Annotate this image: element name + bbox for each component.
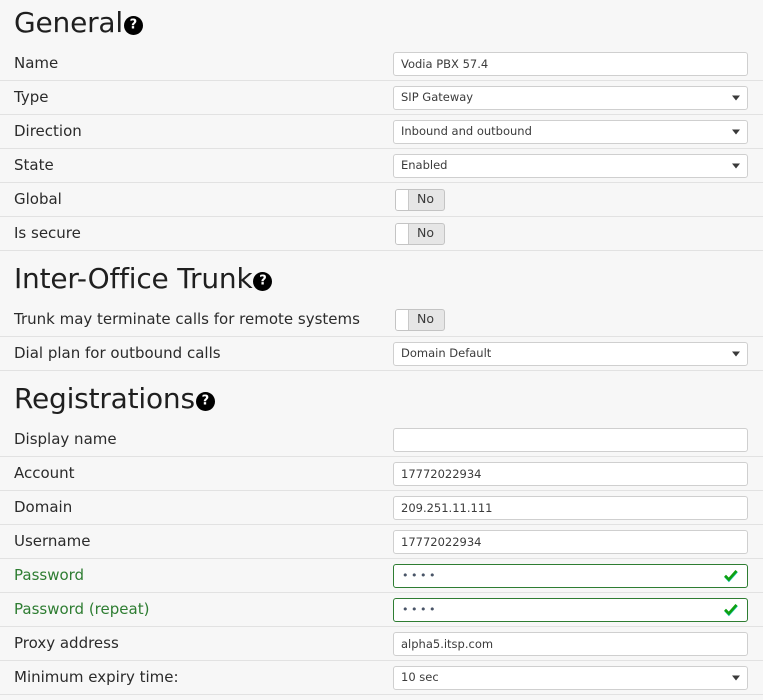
select-type[interactable]: SIP Gateway <box>393 85 748 110</box>
select-value-type: SIP Gateway <box>401 89 474 104</box>
password-dots-password: •••• <box>402 568 438 582</box>
label-minimum-expiry-time: Minimum expiry time: <box>14 668 179 686</box>
select-minimum-expiry-time[interactable]: 10 sec <box>393 665 748 690</box>
control-wrap-direction: Inbound and outbound <box>393 119 763 144</box>
input-name[interactable] <box>393 51 748 76</box>
control-wrap-minimum-expiry-time: 10 sec <box>393 665 763 690</box>
section-heading-inter-office-trunk: Inter-Office Trunk? <box>0 256 763 302</box>
input-display-name[interactable] <box>393 427 748 452</box>
control-wrap-type: SIP Gateway <box>393 85 763 110</box>
row-proxy-address: Proxy address <box>0 626 763 660</box>
row-name: Name <box>0 46 763 80</box>
label-global: Global <box>14 190 62 208</box>
help-icon-glyph: ? <box>129 17 138 32</box>
label-trunk-may-terminate-calls: Trunk may terminate calls for remote sys… <box>14 310 360 328</box>
control-wrap-password-repeat: •••• <box>393 597 763 622</box>
control-wrap-is-secure: No <box>393 222 763 245</box>
settings-form-page: General? Name Type SIP Gateway Direction Inbo… <box>0 0 763 700</box>
control-wrap-password: •••• <box>393 563 763 588</box>
label-username: Username <box>14 532 91 550</box>
row-type: Type SIP Gateway <box>0 80 763 114</box>
select-direction[interactable]: Inbound and outbound <box>393 119 748 144</box>
row-state: State Enabled <box>0 148 763 182</box>
row-account: Account <box>0 456 763 490</box>
input-password[interactable]: •••• <box>393 563 748 588</box>
select-dial-plan-for-outbound-calls[interactable]: Domain Default <box>393 341 748 366</box>
section-title-registrations: Registrations <box>14 382 195 415</box>
label-account: Account <box>14 464 75 482</box>
label-dial-plan-for-outbound-calls: Dial plan for outbound calls <box>14 344 221 362</box>
input-password-repeat[interactable]: •••• <box>393 597 748 622</box>
row-trunk-may-terminate-calls: Trunk may terminate calls for remote sys… <box>0 302 763 336</box>
row-global: Global No <box>0 182 763 216</box>
row-username: Username <box>0 524 763 558</box>
input-username[interactable] <box>393 529 748 554</box>
row-display-name: Display name <box>0 422 763 456</box>
chevron-down-icon <box>732 163 740 168</box>
row-direction: Direction Inbound and outbound <box>0 114 763 148</box>
label-name: Name <box>14 54 59 72</box>
label-is-secure: Is secure <box>14 224 81 242</box>
section-title-inter-office-trunk: Inter-Office Trunk <box>14 262 253 295</box>
help-circle-icon[interactable]: ? <box>253 271 273 291</box>
help-circle-icon[interactable]: ? <box>195 391 215 411</box>
control-wrap-dial-plan-for-outbound-calls: Domain Default <box>393 341 763 366</box>
toggle-global[interactable]: No <box>395 188 445 211</box>
row-minimum-expiry-time: Minimum expiry time: 10 sec <box>0 660 763 694</box>
help-icon-glyph: ? <box>259 273 267 288</box>
label-proxy-address: Proxy address <box>14 634 119 652</box>
row-dial-plan-for-outbound-calls: Dial plan for outbound calls Domain Defau… <box>0 336 763 370</box>
section-heading-registrations: Registrations? <box>0 376 763 422</box>
label-direction: Direction <box>14 122 82 140</box>
control-wrap-account <box>393 461 763 486</box>
toggle-knob-trunk-may-terminate-calls <box>396 309 409 330</box>
select-value-minimum-expiry-time: 10 sec <box>401 669 439 684</box>
section-bottom-rule-registrations <box>0 694 763 700</box>
help-icon-glyph: ? <box>201 393 210 408</box>
control-wrap-username <box>393 529 763 554</box>
select-value-direction: Inbound and outbound <box>401 123 532 138</box>
toggle-trunk-may-terminate-calls[interactable]: No <box>395 308 445 331</box>
section-title-general: General <box>14 6 123 39</box>
row-password-repeat: Password (repeat) •••• <box>0 592 763 626</box>
label-domain: Domain <box>14 498 73 516</box>
valid-check-icon <box>724 569 738 582</box>
help-circle-icon[interactable]: ? <box>123 15 143 35</box>
control-wrap-proxy-address <box>393 631 763 656</box>
label-display-name: Display name <box>14 430 117 448</box>
control-wrap-domain <box>393 495 763 520</box>
toggle-label-trunk-may-terminate-calls: No <box>417 311 434 327</box>
toggle-knob-is-secure <box>396 223 409 244</box>
input-domain[interactable] <box>393 495 748 520</box>
chevron-down-icon <box>732 95 740 100</box>
chevron-down-icon <box>732 129 740 134</box>
control-wrap-name <box>393 51 763 76</box>
toggle-knob-global <box>396 189 409 210</box>
toggle-label-is-secure: No <box>417 225 434 241</box>
row-password: Password •••• <box>0 558 763 592</box>
valid-check-icon <box>724 603 738 616</box>
select-value-state: Enabled <box>401 157 448 172</box>
section-heading-general: General? <box>0 0 763 46</box>
label-type: Type <box>14 88 49 106</box>
control-wrap-global: No <box>393 188 763 211</box>
select-value-dial-plan-for-outbound-calls: Domain Default <box>401 345 492 360</box>
label-password: Password <box>14 566 85 584</box>
password-dots-password-repeat: •••• <box>402 602 438 616</box>
select-state[interactable]: Enabled <box>393 153 748 178</box>
control-wrap-trunk-may-terminate-calls: No <box>393 308 763 331</box>
control-wrap-display-name <box>393 427 763 452</box>
input-account[interactable] <box>393 461 748 486</box>
label-password-repeat: Password (repeat) <box>14 600 150 618</box>
toggle-is-secure[interactable]: No <box>395 222 445 245</box>
chevron-down-icon <box>732 351 740 356</box>
input-proxy-address[interactable] <box>393 631 748 656</box>
label-state: State <box>14 156 54 174</box>
row-is-secure: Is secure No <box>0 216 763 250</box>
control-wrap-state: Enabled <box>393 153 763 178</box>
row-domain: Domain <box>0 490 763 524</box>
toggle-label-global: No <box>417 191 434 207</box>
chevron-down-icon <box>732 675 740 680</box>
